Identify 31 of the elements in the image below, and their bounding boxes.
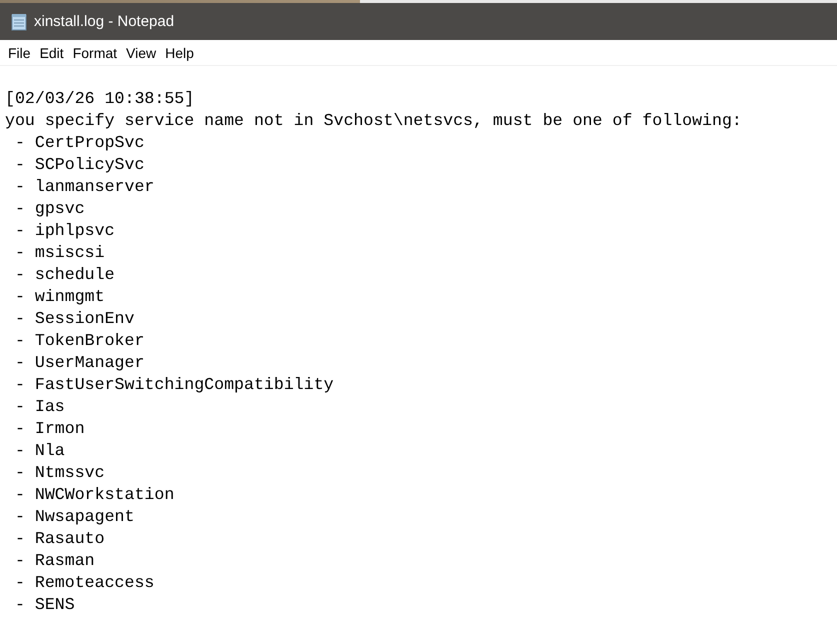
menu-item[interactable]: Format	[68, 44, 122, 60]
text-line: - Nla	[14, 440, 65, 462]
text-line: - TokenBroker	[14, 330, 144, 352]
text-line: - FastUserSwitchingCompatibility	[14, 374, 334, 396]
text-line: - Irmon	[14, 418, 85, 440]
text-line: [02/03/26 10:38:55]	[5, 88, 194, 110]
menu-item[interactable]: Edit	[36, 44, 68, 60]
text-line: - SCPolicySvc	[14, 154, 144, 176]
menu-item[interactable]: View	[122, 44, 160, 60]
text-line: - lanmanserver	[14, 176, 154, 198]
text-line: - gpsvc	[14, 198, 85, 220]
menu-item[interactable]: File	[4, 44, 35, 60]
notepad-icon	[10, 12, 28, 30]
text-line: - Rasman	[14, 550, 95, 572]
text-line: - SessionEnv	[14, 308, 134, 330]
text-line: - SENS	[14, 594, 75, 616]
text-line: - iphlpsvc	[14, 220, 115, 242]
menu-item[interactable]: Help	[161, 44, 198, 60]
text-line: - Nwsapagent	[14, 506, 134, 528]
text-line: - msiscsi	[14, 242, 105, 264]
text-line: - winmgmt	[14, 286, 105, 308]
text-line: - Rasauto	[14, 528, 105, 550]
window-title: xinstall.log - Notepad	[34, 13, 174, 30]
text-line: - Ntmssvc	[14, 462, 105, 484]
text-line: you specify service name not in Svchost\netsvcs, must be one of following:	[5, 110, 742, 132]
text-line: - NWCWorkstation	[14, 484, 174, 506]
text-line: - Remoteaccess	[14, 572, 154, 594]
text-line: - schedule	[14, 264, 115, 286]
text-line: - CertPropSvc	[14, 132, 144, 154]
text-line: - UserManager	[14, 352, 144, 374]
text-line: - Ias	[14, 396, 65, 418]
